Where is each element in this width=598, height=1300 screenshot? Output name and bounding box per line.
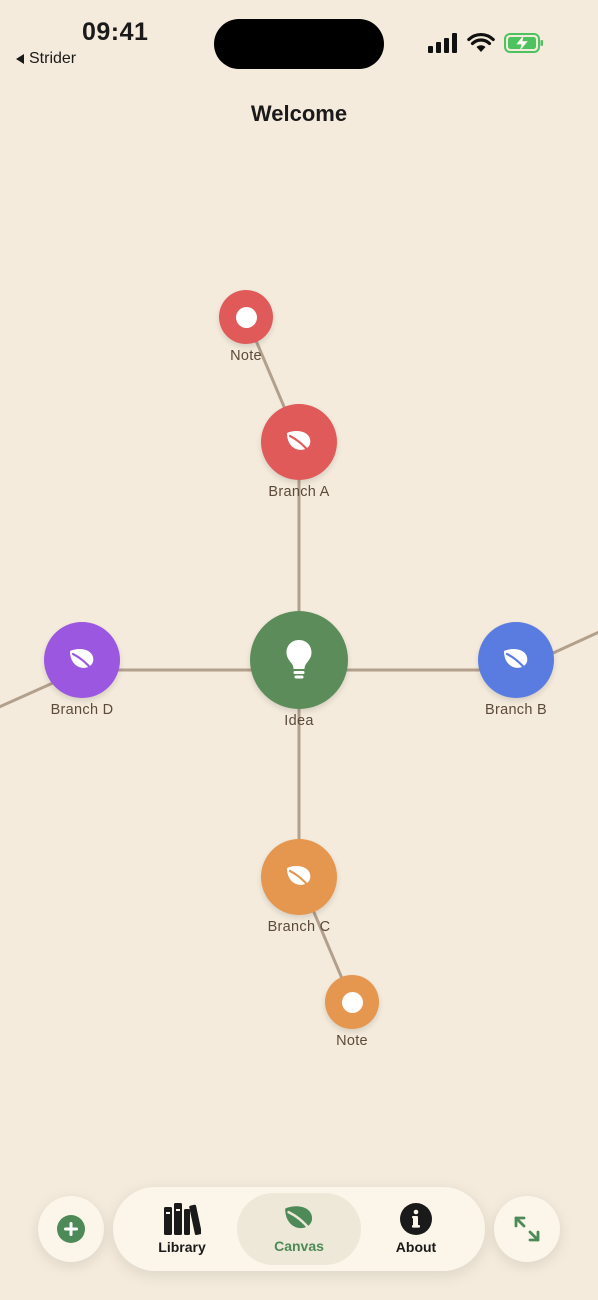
add-node-button[interactable] bbox=[38, 1196, 104, 1262]
leaf-icon bbox=[287, 866, 312, 890]
expand-arrows-icon bbox=[514, 1216, 540, 1242]
tab-about[interactable]: About bbox=[354, 1193, 478, 1265]
branch-a-node[interactable] bbox=[261, 404, 337, 480]
branch-a-label: Branch A bbox=[268, 484, 330, 500]
tab-library-label: Library bbox=[158, 1239, 206, 1255]
idea-label: Idea bbox=[284, 713, 314, 729]
lightbulb-icon bbox=[286, 640, 312, 679]
note-dot-icon bbox=[341, 991, 363, 1013]
plus-icon bbox=[57, 1215, 85, 1243]
tab-about-label: About bbox=[395, 1239, 437, 1255]
tab-canvas-label: Canvas bbox=[274, 1238, 324, 1254]
note-label: Note bbox=[230, 348, 262, 364]
tab-canvas[interactable]: Canvas bbox=[237, 1193, 361, 1265]
leaf-icon bbox=[70, 649, 95, 673]
branch-c-node[interactable] bbox=[261, 839, 337, 915]
leaf-icon bbox=[287, 431, 312, 455]
branch-b-label: Branch B bbox=[484, 702, 548, 718]
idea-node[interactable] bbox=[250, 611, 348, 709]
fit-to-screen-button[interactable] bbox=[494, 1196, 560, 1262]
branch-c-label: Branch C bbox=[267, 919, 331, 935]
tab-bar: Library Canvas About bbox=[113, 1187, 485, 1271]
tab-library[interactable]: Library bbox=[120, 1193, 244, 1265]
leaf-icon bbox=[504, 649, 529, 673]
leaf-icon bbox=[285, 1206, 313, 1233]
branch-b-node[interactable] bbox=[478, 622, 554, 698]
mindmap-canvas[interactable]: Note Branch A Branch D Idea Branch B Bra… bbox=[0, 0, 598, 1300]
info-icon bbox=[400, 1203, 432, 1235]
branch-d-label: Branch D bbox=[50, 702, 114, 718]
note-node[interactable] bbox=[219, 290, 273, 344]
note-dot-icon bbox=[235, 306, 257, 328]
note-label: Note bbox=[336, 1033, 368, 1049]
branch-d-node[interactable] bbox=[44, 622, 120, 698]
books-icon bbox=[164, 1203, 201, 1235]
note-node[interactable] bbox=[325, 975, 379, 1029]
